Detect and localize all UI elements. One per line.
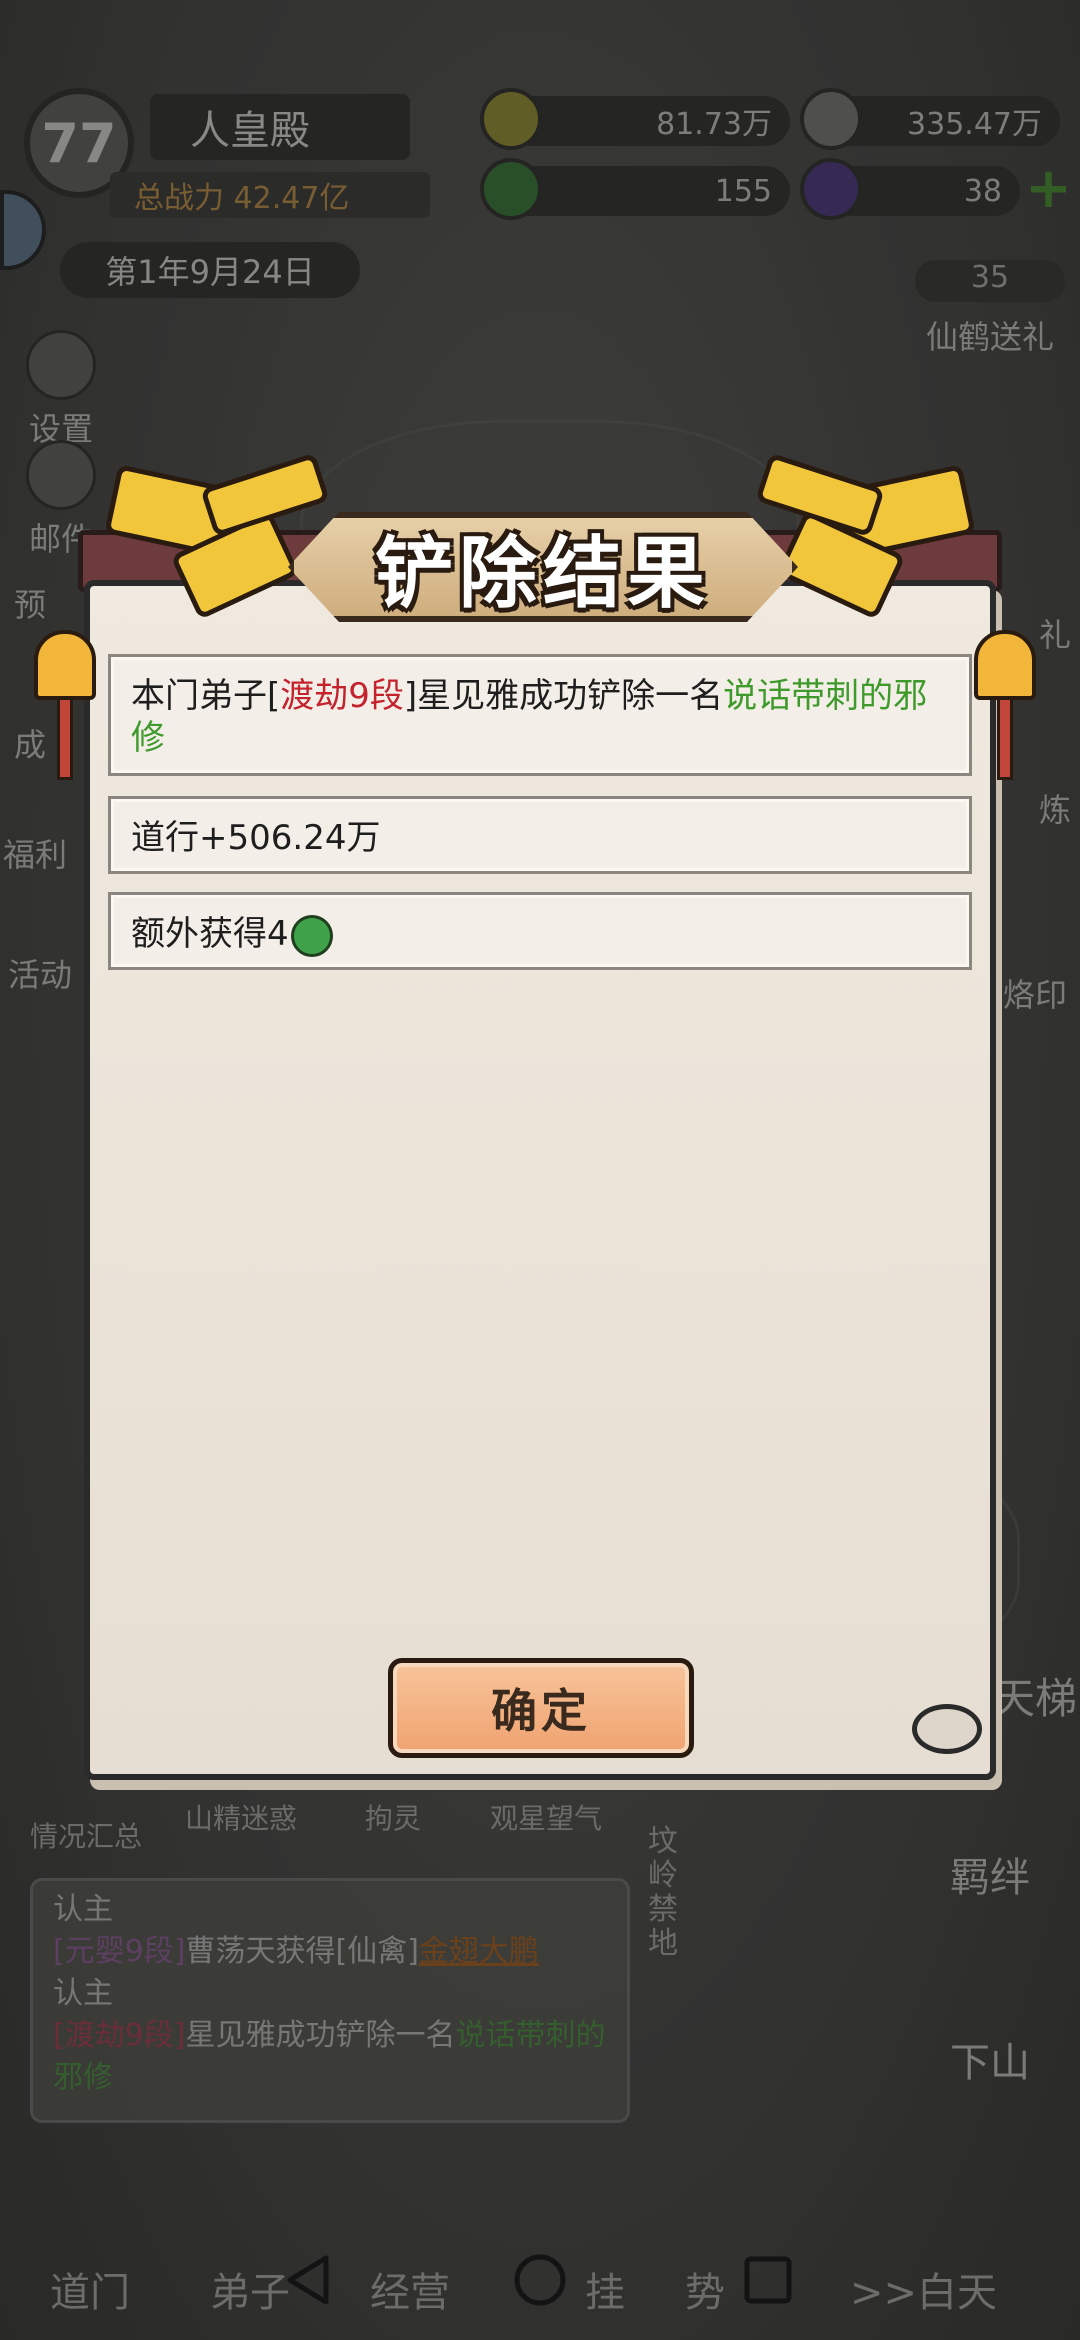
msg-text: ]星见雅成功铲除一名	[403, 676, 724, 716]
scroll-curl-decoration	[912, 1704, 982, 1754]
dialog-title: 铲除结果	[374, 529, 711, 619]
result-message-daoxing: 道行+506.24万	[108, 796, 972, 874]
daoxing-reward: 道行+506.24万	[131, 818, 381, 858]
extra-reward: 额外获得4	[131, 914, 289, 954]
disciple-rank: 渡劫9段	[280, 676, 404, 716]
confirm-button[interactable]: 确定	[388, 1658, 694, 1758]
bell-icon	[34, 630, 96, 780]
dialog-title-plaque: 铲除结果	[288, 512, 798, 622]
eradicate-result-dialog: 铲除结果 本门弟子[渡劫9段]星见雅成功铲除一名说话带刺的邪修 道行+506.2…	[34, 452, 1036, 1805]
result-message-kill: 本门弟子[渡劫9段]星见雅成功铲除一名说话带刺的邪修	[108, 654, 972, 776]
msg-text: 本门弟子[	[131, 676, 281, 716]
result-message-extra: 额外获得4	[108, 892, 972, 970]
bell-icon	[974, 630, 1036, 780]
jade-icon	[290, 914, 333, 957]
